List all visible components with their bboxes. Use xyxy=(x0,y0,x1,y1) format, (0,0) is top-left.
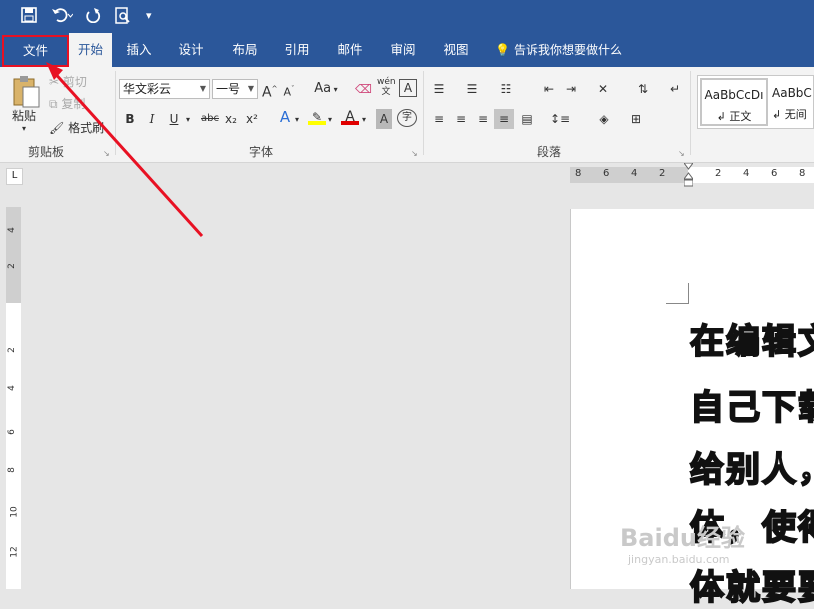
annotation-arrow-icon xyxy=(46,62,204,238)
